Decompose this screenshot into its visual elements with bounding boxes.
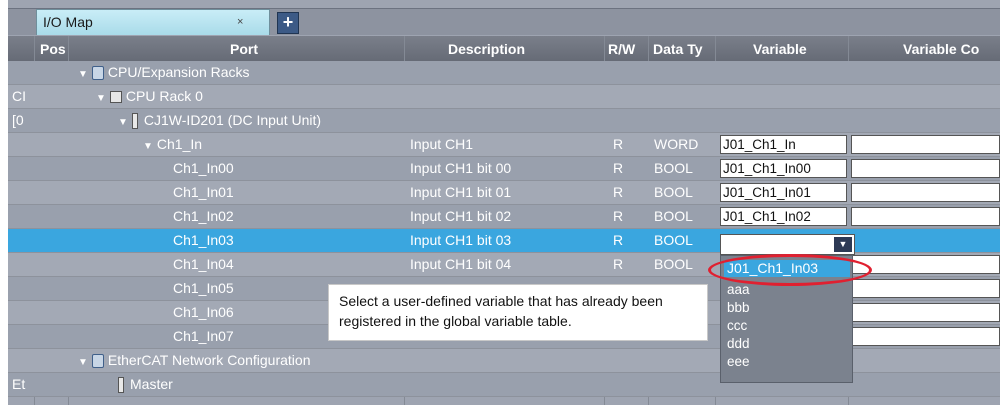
variable-comment-field[interactable] [851,207,1000,226]
port-name: CPU Rack 0 [125,88,203,104]
col-pos[interactable]: Pos [40,41,66,57]
expand-triangle-icon[interactable]: ▼ [118,117,128,128]
table-row[interactable]: Ch1_In00 Input CH1 bit 00 R BOOL J01_Ch1… [8,157,1000,181]
dropdown-option[interactable]: bbb [727,300,750,315]
variable-comment-field[interactable] [851,303,1000,322]
description-cell: Input CH1 bit 01 [410,184,512,200]
col-variable-comment[interactable]: Variable Co [903,41,979,57]
variable-field[interactable]: J01_Ch1_In [720,135,847,154]
datatype-cell: BOOL [654,208,693,224]
pos-cell: CI [12,88,26,104]
table-row[interactable]: [0 ▼ CJ1W-ID201 (DC Input Unit) [8,109,1000,133]
port-name: CPU/Expansion Racks [107,64,250,80]
expand-triangle-icon[interactable]: ▼ [96,93,106,104]
tree-node-unit[interactable]: ▼ CJ1W-ID201 (DC Input Unit) [118,112,322,130]
table-row[interactable]: Ch1_In02 Input CH1 bit 02 R BOOL J01_Ch1… [8,205,1000,229]
variable-field[interactable]: J01_Ch1_In00 [720,159,847,178]
col-variable[interactable]: Variable [753,41,807,57]
variable-comment-field[interactable] [851,135,1000,154]
port-name: Ch1_In06 [173,304,234,320]
rw-cell: R [613,184,624,200]
port-name: Ch1_In01 [173,184,234,200]
description-cell: Input CH1 [410,136,474,152]
pos-cell: Et [12,376,26,392]
dropdown-arrow-icon[interactable]: ▼ [834,237,852,252]
description-cell: Input CH1 bit 03 [410,232,512,248]
port-name: Ch1_In07 [173,328,234,344]
port-name: Ch1_In03 [173,232,234,248]
rw-cell: R [613,160,624,176]
variable-dropdown[interactable]: ▼ [720,234,855,255]
port-name: Ch1_In04 [173,256,234,272]
rw-cell: R [613,136,624,152]
tree-node-cpu-rack[interactable]: ▼ CPU Rack 0 [96,88,203,104]
table-row[interactable]: ▼ CPU/Expansion Racks [8,61,1000,85]
description-cell: Input CH1 bit 02 [410,208,512,224]
datatype-cell: BOOL [654,160,693,176]
variable-comment-field[interactable] [851,159,1000,178]
expand-triangle-icon[interactable]: ▼ [78,357,88,368]
rack-icon [109,91,122,104]
col-port[interactable]: Port [230,41,258,57]
callout-text: Select a user-defined variable that has … [339,293,663,329]
dropdown-option[interactable]: ccc [727,318,747,333]
expand-triangle-icon[interactable]: ▼ [78,69,88,80]
dropdown-option[interactable]: aaa [727,282,750,297]
port-name: Ch1_In00 [173,160,234,176]
expand-triangle-icon[interactable]: ▼ [143,141,153,152]
datatype-cell: BOOL [654,184,693,200]
port-name: Ch1_In05 [173,280,234,296]
table-row[interactable]: Ch1_In01 Input CH1 bit 01 R BOOL J01_Ch1… [8,181,1000,205]
rw-cell: R [613,208,624,224]
column-header: Pos Port Description R/W Data Ty Variabl… [8,36,1000,61]
variable-field[interactable]: J01_Ch1_In01 [720,183,847,202]
tab-label: I/O Map [43,14,93,30]
tab-bar: I/O Map × + [8,8,1000,35]
variable-comment-field[interactable] [851,183,1000,202]
tree-node-cpu-expansion[interactable]: ▼ CPU/Expansion Racks [78,64,250,81]
dropdown-option[interactable]: eee [727,354,750,369]
variable-comment-field[interactable] [851,255,1000,274]
table-row[interactable]: ▼ Ch1_In Input CH1 R WORD J01_Ch1_In [8,133,1000,157]
port-name: Master [130,376,173,392]
close-icon[interactable]: × [237,16,243,28]
dropdown-option[interactable]: ddd [727,336,750,351]
io-map-window: I/O Map × + Pos Port Description R/W Dat… [8,0,1000,405]
datatype-cell: WORD [654,136,699,152]
col-data-type[interactable]: Data Ty [653,41,703,57]
pos-cell: [0 [12,112,24,128]
tree-node-ch1-in[interactable]: ▼ Ch1_In [143,136,202,152]
datatype-cell: BOOL [654,232,693,248]
tab-io-map[interactable]: I/O Map × [36,9,270,35]
callout-box: Select a user-defined variable that has … [328,284,708,341]
description-cell: Input CH1 bit 04 [410,256,512,272]
unit-icon [131,113,138,130]
port-name: EtherCAT Network Configuration [107,352,311,368]
tree-node-ethercat[interactable]: ▼ EtherCAT Network Configuration [78,352,311,369]
variable-field[interactable]: J01_Ch1_In02 [720,207,847,226]
col-description[interactable]: Description [448,41,525,57]
rw-cell: R [613,232,624,248]
rack-group-icon [91,66,104,81]
port-name: Ch1_In [156,136,203,152]
table-row[interactable]: CI ▼ CPU Rack 0 [8,85,1000,109]
rw-cell: R [613,256,624,272]
port-name: CJ1W-ID201 (DC Input Unit) [143,112,322,128]
master-icon [118,377,124,394]
highlight-ring [708,254,872,286]
col-rw[interactable]: R/W [608,41,635,57]
variable-comment-field[interactable] [851,279,1000,298]
network-icon [91,354,104,369]
description-cell: Input CH1 bit 00 [410,160,512,176]
variable-comment-field[interactable] [851,327,1000,346]
add-tab-button[interactable]: + [277,12,299,34]
datatype-cell: BOOL [654,256,693,272]
tree-node-master[interactable]: Master [118,376,173,394]
port-name: Ch1_In02 [173,208,234,224]
